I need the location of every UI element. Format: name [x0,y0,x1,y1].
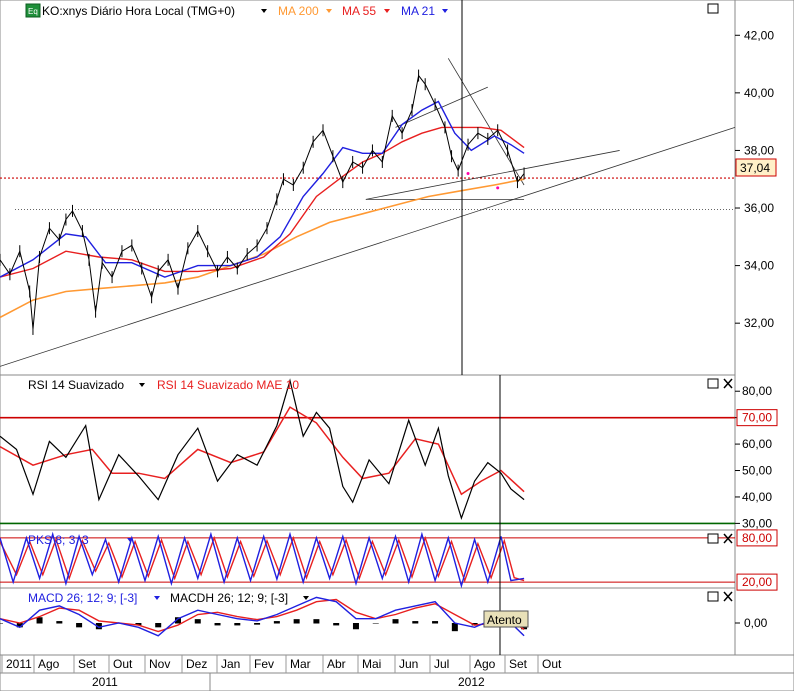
annotation-atento[interactable]: Atento [487,613,522,627]
price-y-tick-label: 36,00 [744,201,774,215]
month-label: Out [542,657,562,671]
month-label: Set [509,657,528,671]
stochastic-panel[interactable] [0,529,736,589]
rsi-y-tick-label: 70,00 [742,411,772,425]
year-label: 2012 [458,675,485,689]
month-label: Abr [327,657,346,671]
rsi-y-tick-label: 60,00 [742,437,772,451]
macdh-bar [155,623,162,628]
month-label: Ago [38,657,60,671]
month-label: Out [113,657,133,671]
rsi-maximize-icon[interactable] [707,378,719,389]
macd-maximize-icon[interactable] [707,591,719,602]
year-label: 2011 [92,675,118,689]
stoch-y-tick-label: 80,00 [742,531,772,545]
month-label: Jun [399,657,418,671]
macdh-bar [254,623,261,625]
macdh-bar [273,621,280,624]
macdh-bar [36,617,43,624]
price-y-tick-label: 32,00 [744,316,774,330]
month-label: Mai [362,657,381,671]
legend-ma21[interactable]: MA 21 [401,4,435,18]
macdh-bar [313,619,320,624]
month-label: Set [78,657,97,671]
macd-y-tick-label: 0,00 [744,616,768,630]
macdh-bar [451,623,458,632]
legend-ma55[interactable]: MA 55 [342,4,376,18]
marker-dot [496,186,500,190]
macdh-bar [432,621,439,624]
legend-macdh[interactable]: MACDH 26; 12; 9; [-3] [170,591,288,605]
rsi-y-tick-label: 40,00 [742,490,772,504]
rsi-y-tick-label: 50,00 [742,464,772,478]
macdh-bar [333,623,340,626]
macdh-bar [0,623,3,624]
macdh-bar [352,623,359,630]
eq-badge-text: Eq [28,7,38,16]
stoch-y-tick-label: 20,00 [742,575,772,589]
legend-stochastic[interactable]: PKS 8; 3; 3 [28,533,89,547]
macdh-bar [194,619,201,624]
price-y-tick-label: 34,00 [744,259,774,273]
rsi-y-tick-label: 80,00 [742,384,772,398]
price-title[interactable]: KO:xnys Diário Hora Local (TMG+0) [42,4,235,18]
legend-ma200[interactable]: MA 200 [278,4,319,18]
price-maximize-icon[interactable] [707,3,719,14]
chart-window: 42,00 40,00 38,00 36,00 34,00 32,00 80,00 70,00… [0,0,794,691]
month-label: 2011 [6,657,32,671]
macdh-bar [76,623,83,628]
month-label: Nov [149,657,170,671]
macdh-bar [56,621,63,624]
macdh-bar [293,619,300,624]
month-label: Mar [290,657,311,671]
rsi-y-tick-label: 30,00 [742,516,772,530]
stochastic-maximize-icon[interactable] [707,533,719,544]
rsi-legend: RSI 14 Suavizado RSI 14 Suavizado MAE 10 [28,378,299,392]
legend-rsi-mae[interactable]: RSI 14 Suavizado MAE 10 [157,378,299,392]
marker-dot [466,171,470,175]
last-price-label: 37,04 [740,161,770,175]
price-y-tick-label: 38,00 [744,143,774,157]
month-label: Jan [221,657,240,671]
legend-rsi[interactable]: RSI 14 Suavizado [28,378,124,392]
rsi-panel[interactable] [0,374,736,531]
price-panel[interactable] [0,0,736,376]
month-label: Jul [434,657,449,671]
legend-macd[interactable]: MACD 26; 12; 9; [-3] [28,591,137,605]
macdh-bar [372,623,379,624]
price-y-tick-label: 40,00 [744,86,774,100]
macdh-bar [412,621,419,624]
price-y-tick-label: 42,00 [744,28,774,42]
month-label: Dez [186,657,207,671]
macdh-bar [234,623,241,626]
month-label: Ago [474,657,496,671]
month-label: Fev [254,657,274,671]
macdh-bar [392,619,399,624]
macdh-bar [214,623,221,626]
